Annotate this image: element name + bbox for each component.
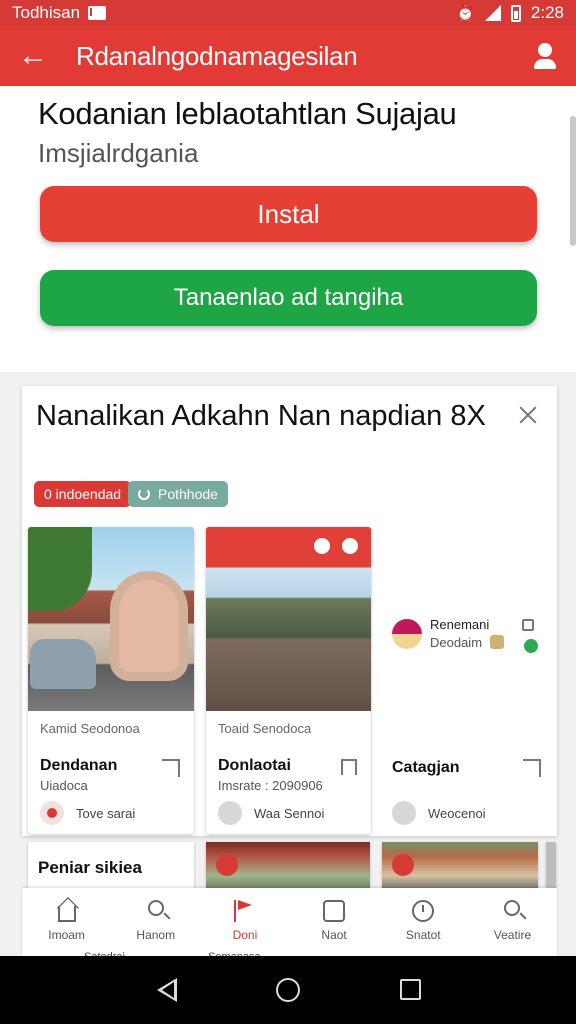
nav-label: Imoam bbox=[48, 928, 85, 942]
nav-label: Veatire bbox=[493, 928, 532, 942]
content-tile[interactable]: Renemani Deodaim Catagjan Weocenoi bbox=[380, 527, 555, 834]
brand-title: Renemani bbox=[430, 617, 490, 632]
badge-icon bbox=[392, 854, 414, 876]
nav-item-clock[interactable]: Snatot bbox=[379, 888, 468, 956]
tile-app-bar bbox=[206, 527, 371, 567]
system-back-icon[interactable] bbox=[157, 978, 177, 1002]
refresh-icon bbox=[138, 488, 150, 500]
app-bar: ← Rdanalngodnamagesilan bbox=[0, 26, 576, 86]
signal-icon bbox=[484, 5, 501, 21]
avatar bbox=[218, 801, 242, 825]
home-icon bbox=[57, 906, 76, 922]
tile-author: Tove sarai bbox=[76, 806, 136, 821]
row2-title: Peniar sikiea bbox=[38, 858, 142, 877]
bookmark-icon[interactable] bbox=[341, 759, 357, 775]
app-bar-title: Rdanalngodnamagesilan bbox=[76, 40, 358, 71]
girl-portrait bbox=[110, 571, 188, 681]
tile-caption: Kamid Seodonoa bbox=[40, 721, 140, 736]
nav-label: Hanom bbox=[136, 928, 176, 942]
nav-item-flag[interactable]: Doni bbox=[200, 888, 289, 956]
back-arrow-icon[interactable]: ← bbox=[18, 41, 58, 71]
system-home-icon[interactable] bbox=[276, 978, 300, 1002]
bottom-navigation: Imoam Hanom Doni Naot Snatot Veatire bbox=[22, 888, 557, 956]
mail-notification-icon bbox=[88, 6, 107, 20]
car-shape bbox=[30, 639, 96, 689]
list-item-edge bbox=[546, 842, 556, 890]
badge-icon bbox=[216, 854, 238, 876]
battery-icon bbox=[510, 4, 521, 22]
avatar bbox=[392, 801, 416, 825]
nav-item-grid[interactable]: Naot bbox=[290, 888, 379, 956]
avatar bbox=[40, 801, 64, 825]
close-icon[interactable] bbox=[513, 400, 543, 430]
list-item[interactable]: Peniar sikiea bbox=[28, 842, 194, 890]
clock-time: 2:28 bbox=[530, 3, 564, 22]
share-green-icon[interactable] bbox=[524, 639, 538, 653]
tile-caption: Toaid Senodoca bbox=[218, 721, 312, 736]
open-icon[interactable] bbox=[522, 619, 534, 631]
app-title: Kodanian leblaotahtlan Sujajau bbox=[38, 96, 457, 131]
system-recents-icon[interactable] bbox=[400, 979, 421, 1000]
promo-card: Nanalikan Adkahn Nan napdian 8X 0 indoen… bbox=[22, 386, 557, 836]
nav-label: Naot bbox=[321, 928, 347, 942]
nav-label: Doni bbox=[232, 928, 258, 942]
tree-shape bbox=[28, 527, 92, 611]
nav-item-search-2[interactable]: Veatire bbox=[468, 888, 557, 956]
promo-title: Nanalikan Adkahn Nan napdian 8X bbox=[36, 400, 486, 432]
content-tile[interactable]: Toaid Senodoca Donlaotai Imsrate : 20909… bbox=[206, 527, 371, 834]
tile-name: Donlaotai bbox=[218, 757, 291, 774]
nav-item-search[interactable]: Hanom bbox=[111, 888, 200, 956]
grid-icon bbox=[323, 900, 346, 922]
tile-author: Weocenoi bbox=[428, 806, 486, 821]
system-navigation-bar bbox=[0, 956, 576, 1024]
search-icon bbox=[147, 900, 164, 916]
alarm-icon: ⏰ bbox=[456, 5, 475, 22]
tile-image-girl bbox=[28, 527, 194, 711]
list-item-image[interactable] bbox=[382, 842, 538, 890]
share-icon[interactable] bbox=[523, 759, 541, 777]
tile-name: Catagjan bbox=[392, 759, 460, 776]
chip-filter-red[interactable]: 0 indoendad bbox=[34, 481, 132, 507]
tag-icon bbox=[490, 635, 504, 649]
scrollbar[interactable] bbox=[570, 116, 576, 246]
search-icon bbox=[504, 900, 521, 916]
tile-meta: Uiadoca bbox=[40, 778, 88, 793]
tile-meta: Imsrate : 2090906 bbox=[218, 778, 323, 793]
account-icon[interactable] bbox=[532, 41, 558, 71]
brand-logo-icon bbox=[392, 619, 422, 649]
clock-icon bbox=[412, 900, 435, 922]
tile-name: Dendanan bbox=[40, 757, 118, 774]
nav-label: Snatot bbox=[405, 928, 441, 942]
carrier-label: Todhisan bbox=[12, 3, 81, 22]
list-item-image[interactable] bbox=[206, 842, 370, 890]
share-icon[interactable] bbox=[162, 759, 180, 777]
menu-icon bbox=[342, 538, 358, 554]
app-developer[interactable]: Imsjialrdgania bbox=[38, 138, 198, 169]
tile-image-street bbox=[206, 527, 371, 711]
close-icon bbox=[314, 538, 330, 554]
app-header-card: Kodanian leblaotahtlan Sujajau Imsjialrd… bbox=[0, 86, 576, 372]
nav-item-home[interactable]: Imoam bbox=[22, 888, 111, 956]
status-bar: Todhisan ⏰ 2:28 bbox=[0, 0, 576, 26]
flag-icon bbox=[233, 900, 256, 922]
chip-filter-teal[interactable]: Pothhode bbox=[128, 481, 228, 507]
brand-subtitle: Deodaim bbox=[430, 635, 483, 650]
tile-author: Waa Sennoi bbox=[254, 806, 325, 821]
content-tile[interactable]: Kamid Seodonoa Dendanan Uiadoca Tove sar… bbox=[28, 527, 194, 834]
secondary-action-button[interactable]: Tanaenlao ad tangiha bbox=[40, 270, 537, 326]
chip-teal-label: Pothhode bbox=[158, 486, 218, 502]
install-button[interactable]: Instal bbox=[40, 186, 537, 242]
